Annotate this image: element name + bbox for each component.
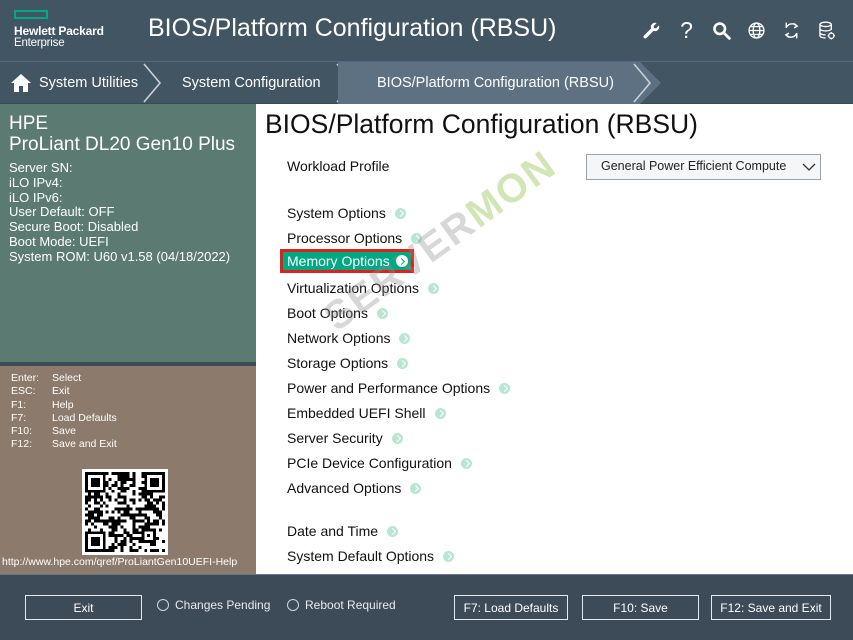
breadcrumb-label: BIOS/Platform Configuration (RBSU): [377, 75, 614, 91]
changes-pending-indicator: Changes Pending: [157, 598, 270, 612]
radio-circle-icon: [287, 599, 299, 611]
radio-circle-icon: [157, 599, 169, 611]
arrow-right-icon: [391, 432, 403, 444]
app-title: BIOS/Platform Configuration (RBSU): [148, 14, 557, 42]
reboot-required-label: Reboot Required: [305, 598, 396, 612]
breadcrumb-system-configuration[interactable]: System Configuration: [182, 62, 321, 104]
workload-profile-label: Workload Profile: [287, 158, 390, 174]
menu-pcie-device-configuration[interactable]: PCIe Device Configuration: [287, 453, 472, 473]
server-brand: HPE: [9, 113, 49, 134]
arrow-right-icon: [434, 407, 446, 419]
changes-pending-label: Changes Pending: [175, 598, 271, 612]
ilo-ipv4: iLO IPv4:: [9, 174, 63, 190]
save-button[interactable]: F10: Save: [582, 595, 699, 620]
arrow-right-icon: [428, 282, 440, 294]
save-and-exit-button[interactable]: F12: Save and Exit: [711, 595, 831, 620]
arrow-right-icon: [395, 255, 408, 267]
menu-system-default-options[interactable]: System Default Options: [287, 546, 455, 566]
server-sn: Server SN:: [9, 160, 73, 175]
key-legend-row: F12: Save and Exit: [11, 438, 117, 451]
key-legend-row: F10: Save: [11, 425, 76, 438]
arrow-right-icon: [460, 457, 472, 469]
database-icon[interactable]: [816, 18, 837, 42]
wrench-icon[interactable]: [641, 18, 662, 42]
footer-bar: Exit Changes Pending Reboot Required F7:…: [0, 574, 853, 640]
menu-power-performance-options[interactable]: Power and Performance Options: [287, 378, 511, 398]
key-legend-row: ESC: Exit: [11, 385, 70, 398]
arrow-right-icon: [387, 525, 399, 537]
home-icon: [11, 74, 31, 92]
logo-line-2: Enterprise: [14, 37, 65, 49]
breadcrumb-label: System Configuration: [182, 75, 321, 91]
menu-date-and-time[interactable]: Date and Time: [287, 521, 399, 541]
page-title: BIOS/Platform Configuration (RBSU): [265, 109, 698, 139]
key-legend-row: Enter: Select: [11, 372, 82, 384]
refresh-icon[interactable]: [781, 18, 802, 42]
chevron-down-icon: [802, 163, 816, 171]
arrow-right-icon: [499, 382, 511, 394]
arrow-right-icon: [410, 482, 422, 494]
user-default: User Default: OFF: [9, 204, 115, 220]
logo-line-1: Hewlett Packard: [14, 24, 104, 38]
menu-embedded-uefi-shell[interactable]: Embedded UEFI Shell: [287, 403, 446, 423]
arrow-right-icon: [443, 550, 455, 562]
breadcrumb-system-utilities[interactable]: System Utilities: [10, 62, 138, 104]
help-url[interactable]: http://www.hpe.com/qref/ProLiantGen10UEF…: [2, 556, 237, 568]
boot-mode: Boot Mode: UEFI: [9, 233, 109, 249]
breadcrumb-bios-platform-configuration[interactable]: BIOS/Platform Configuration (RBSU): [338, 62, 661, 104]
qr-code: [82, 469, 168, 555]
key-legend-row: F1: Help: [11, 398, 74, 411]
key-legend-list: Enter: Select ESC: Exit F1: Help F7: Load De…: [11, 372, 117, 452]
breadcrumb-label: System Utilities: [39, 75, 139, 91]
secure-boot: Secure Boot: Disabled: [9, 219, 139, 235]
menu-storage-options[interactable]: Storage Options: [287, 353, 409, 373]
breadcrumb: System Utilities System Configuration BI…: [0, 61, 853, 104]
chevron-right-icon: [143, 63, 162, 103]
key-legend-panel: Enter: Select ESC: Exit F1: Help F7: Load De…: [0, 366, 256, 574]
server-model: ProLiant DL20 Gen10 Plus: [9, 134, 236, 155]
header-toolbar: ?: [641, 17, 837, 43]
hpe-logo-mark: [14, 10, 48, 19]
arrow-right-icon: [399, 332, 411, 344]
help-icon[interactable]: ?: [676, 17, 697, 43]
workload-profile-select[interactable]: General Power Efficient Compute: [586, 154, 821, 180]
key-legend-row: F7: Load Defaults: [11, 411, 117, 424]
main-content: BIOS/Platform Configuration (RBSU) Workl…: [256, 104, 853, 574]
arrow-right-icon: [394, 207, 406, 219]
ilo-ipv6: iLO IPv6:: [9, 189, 63, 205]
globe-icon[interactable]: [746, 18, 767, 42]
server-info-panel: HPE ProLiant DL20 Gen10 Plus Server SN: …: [0, 104, 256, 362]
menu-advanced-options[interactable]: Advanced Options: [287, 478, 422, 498]
chevron-right-icon: [633, 63, 652, 103]
workload-profile-value: General Power Efficient Compute: [601, 159, 787, 173]
reboot-required-indicator: Reboot Required: [287, 598, 396, 612]
top-header: Hewlett Packard Enterprise BIOS/Platform…: [0, 0, 853, 61]
menu-system-options[interactable]: System Options: [287, 203, 406, 223]
search-icon[interactable]: [711, 18, 732, 42]
load-defaults-button[interactable]: F7: Load Defaults: [454, 595, 568, 620]
arrow-right-icon: [397, 357, 409, 369]
exit-button[interactable]: Exit: [25, 595, 142, 620]
menu-server-security[interactable]: Server Security: [287, 428, 403, 448]
system-rom: System ROM: U60 v1.58 (04/18/2022): [9, 248, 231, 264]
